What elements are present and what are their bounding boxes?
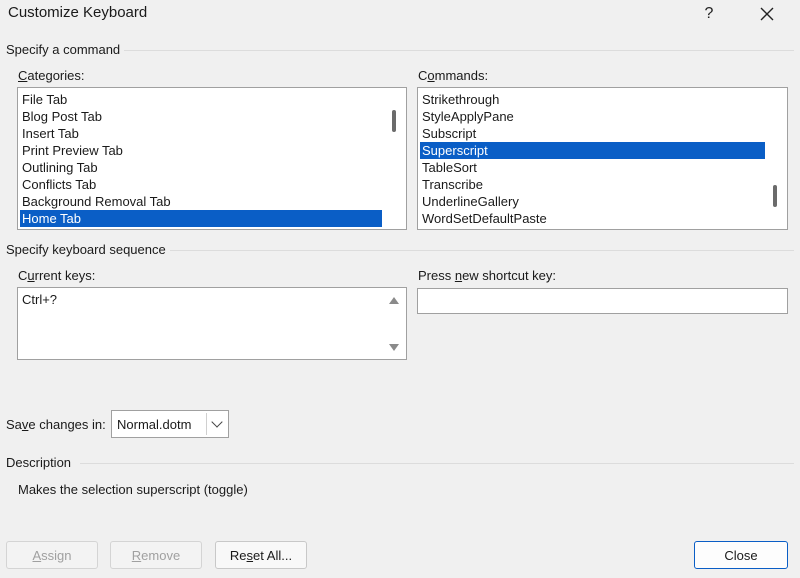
list-item[interactable]: Transcribe bbox=[420, 176, 765, 193]
dropdown-divider bbox=[206, 413, 207, 435]
scroll-down-arrow-icon[interactable] bbox=[389, 344, 399, 351]
list-item[interactable]: Strikethrough bbox=[420, 91, 765, 108]
list-item[interactable]: TableSort bbox=[420, 159, 765, 176]
categories-listbox[interactable]: File Tab Blog Post Tab Insert Tab Print … bbox=[17, 87, 407, 230]
list-item-selected[interactable]: Superscript bbox=[420, 142, 765, 159]
save-changes-label: Save changes in: bbox=[6, 417, 106, 432]
list-item[interactable]: WordSetDefaultPaste bbox=[420, 210, 765, 227]
list-item[interactable]: Outlining Tab bbox=[20, 159, 382, 176]
save-changes-dropdown[interactable]: Normal.dotm bbox=[111, 410, 229, 438]
close-button[interactable]: Close bbox=[694, 541, 788, 569]
description-group-label: Description bbox=[6, 455, 72, 470]
save-changes-value: Normal.dotm bbox=[117, 417, 192, 432]
description-text: Makes the selection superscript (toggle) bbox=[18, 482, 248, 497]
specify-command-group-label: Specify a command bbox=[6, 42, 121, 57]
list-item[interactable]: UnderlineGallery bbox=[420, 193, 765, 210]
group-divider bbox=[170, 250, 794, 251]
assign-button[interactable]: Assign bbox=[6, 541, 98, 569]
commands-scrollbar-thumb[interactable] bbox=[773, 185, 777, 207]
categories-label: Categories: bbox=[18, 68, 85, 83]
new-shortcut-input[interactable] bbox=[417, 288, 788, 314]
list-item[interactable]: Print Preview Tab bbox=[20, 142, 382, 159]
reset-all-button[interactable]: Re s et All... bbox=[215, 541, 307, 569]
list-item[interactable]: Background Removal Tab bbox=[20, 193, 382, 210]
commands-listbox[interactable]: Strikethrough StyleApplyPane Subscript S… bbox=[417, 87, 788, 230]
close-icon bbox=[760, 7, 774, 21]
list-item[interactable]: File Tab bbox=[20, 91, 382, 108]
commands-label: Commands: bbox=[418, 68, 489, 83]
close-window-button[interactable] bbox=[744, 0, 790, 28]
help-icon: ? bbox=[704, 5, 714, 22]
list-item[interactable]: Subscript bbox=[420, 125, 765, 142]
list-item[interactable]: Blog Post Tab bbox=[20, 108, 382, 125]
remove-button[interactable]: Remove bbox=[110, 541, 202, 569]
current-keys-label: Current keys: bbox=[18, 268, 96, 283]
categories-scrollbar-thumb[interactable] bbox=[392, 110, 396, 132]
scroll-up-arrow-icon[interactable] bbox=[389, 297, 399, 304]
list-item-selected[interactable]: Home Tab bbox=[20, 210, 382, 227]
list-item[interactable]: StyleApplyPane bbox=[420, 108, 765, 125]
list-item[interactable]: Insert Tab bbox=[20, 125, 382, 142]
group-divider bbox=[80, 463, 794, 464]
chevron-down-icon bbox=[211, 416, 223, 428]
current-keys-listbox[interactable]: Ctrl+? bbox=[17, 287, 407, 360]
list-item[interactable]: Ctrl+? bbox=[20, 291, 382, 308]
dialog-title: Customize Keyboard bbox=[8, 4, 148, 21]
help-button[interactable]: ? bbox=[686, 0, 732, 28]
list-item[interactable]: Conflicts Tab bbox=[20, 176, 382, 193]
group-divider bbox=[124, 50, 794, 51]
new-shortcut-label: Press new shortcut key: bbox=[418, 268, 557, 283]
keyboard-sequence-group-label: Specify keyboard sequence bbox=[6, 242, 166, 257]
